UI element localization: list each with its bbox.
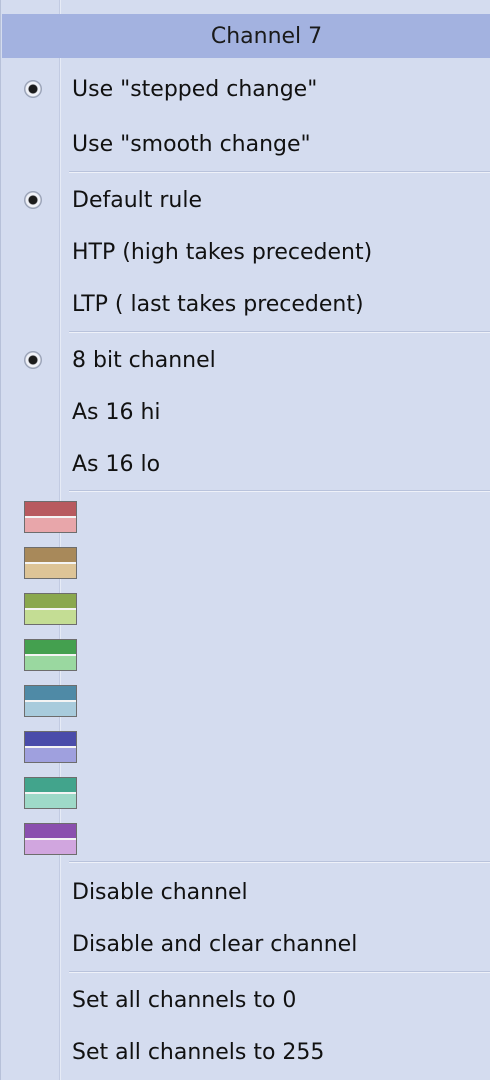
menu-item-label: Default rule bbox=[72, 187, 203, 213]
menu-item-label: Set all channels to 0 bbox=[72, 987, 297, 1013]
menu-separator bbox=[69, 490, 490, 492]
menu-item-color-teal[interactable] bbox=[1, 771, 490, 815]
menu-item-label: Disable and clear channel bbox=[72, 931, 358, 957]
menu-title: Channel 7 bbox=[210, 23, 323, 49]
menu-header: Channel 7 bbox=[2, 14, 490, 58]
color-swatch-icon bbox=[24, 593, 77, 625]
menu-separator bbox=[69, 861, 490, 863]
menu-item-label: As 16 hi bbox=[72, 399, 161, 425]
menu-item-stepped-change[interactable]: Use "stepped change" bbox=[1, 63, 490, 115]
menu-item-label: LTP ( last takes precedent) bbox=[72, 291, 364, 317]
menu-item-color-steel-blue[interactable] bbox=[1, 679, 490, 723]
menu-item-label: Use "stepped change" bbox=[72, 76, 318, 102]
radio-selected-icon bbox=[24, 80, 42, 98]
color-swatch-icon bbox=[24, 685, 77, 717]
menu-item-set-all-zero[interactable]: Set all channels to 0 bbox=[1, 974, 490, 1026]
color-swatch-icon bbox=[24, 777, 77, 809]
color-swatch-icon bbox=[24, 823, 77, 855]
menu-item-color-tan[interactable] bbox=[1, 541, 490, 585]
menu-item-8-bit[interactable]: 8 bit channel bbox=[1, 334, 490, 386]
menu-item-label: HTP (high takes precedent) bbox=[72, 239, 373, 265]
menu-item-set-all-255[interactable]: Set all channels to 255 bbox=[1, 1026, 490, 1078]
color-swatch-icon bbox=[24, 501, 77, 533]
color-swatch-icon bbox=[24, 547, 77, 579]
menu-item-label: Use "smooth change" bbox=[72, 131, 311, 157]
menu-item-color-olive-green[interactable] bbox=[1, 587, 490, 631]
menu-item-label: 8 bit channel bbox=[72, 347, 216, 373]
menu-item-htp[interactable]: HTP (high takes precedent) bbox=[1, 226, 490, 278]
radio-selected-icon bbox=[24, 351, 42, 369]
menu-item-16-hi[interactable]: As 16 hi bbox=[1, 386, 490, 438]
menu-item-color-indigo[interactable] bbox=[1, 725, 490, 769]
menu-item-disable-channel[interactable]: Disable channel bbox=[1, 866, 490, 918]
menu-item-disable-and-clear[interactable]: Disable and clear channel bbox=[1, 918, 490, 970]
menu-item-label: As 16 lo bbox=[72, 451, 161, 477]
menu-item-16-lo[interactable]: As 16 lo bbox=[1, 438, 490, 490]
menu-item-ltp[interactable]: LTP ( last takes precedent) bbox=[1, 278, 490, 330]
menu-item-color-purple[interactable] bbox=[1, 817, 490, 861]
menu-item-color-green[interactable] bbox=[1, 633, 490, 677]
radio-selected-icon bbox=[24, 191, 42, 209]
menu-separator bbox=[69, 971, 490, 973]
menu-separator bbox=[69, 171, 490, 173]
menu-item-label: Disable channel bbox=[72, 879, 248, 905]
menu-item-default-rule[interactable]: Default rule bbox=[1, 174, 490, 226]
menu-item-smooth-change[interactable]: Use "smooth change" bbox=[1, 118, 490, 170]
menu-item-label: Set all channels to 255 bbox=[72, 1039, 325, 1065]
context-menu: Channel 7 Use "stepped change" Use "smoo… bbox=[0, 0, 490, 1080]
menu-separator bbox=[69, 331, 490, 333]
color-swatch-icon bbox=[24, 639, 77, 671]
menu-item-color-red[interactable] bbox=[1, 495, 490, 539]
color-swatch-icon bbox=[24, 731, 77, 763]
